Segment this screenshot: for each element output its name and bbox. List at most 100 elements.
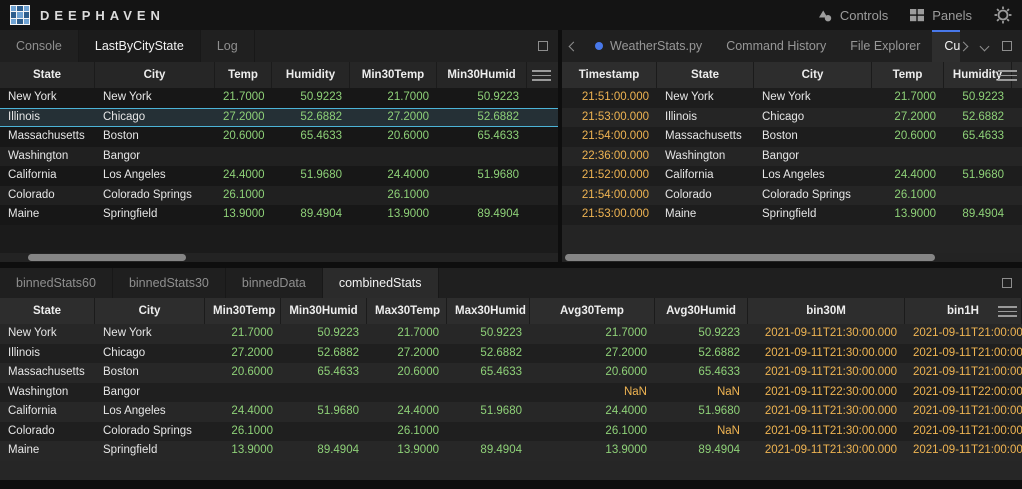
cell-Avg30Humid: 52.6882 xyxy=(655,344,748,364)
controls-button[interactable]: Controls xyxy=(817,8,888,23)
cell-Temp: 26.1000 xyxy=(872,186,944,206)
tab-log[interactable]: Log xyxy=(201,30,255,62)
cell-City: New York xyxy=(754,88,872,108)
column-header-Avg30Temp[interactable]: Avg30Temp xyxy=(530,298,655,324)
maximize-icon[interactable] xyxy=(1002,41,1012,51)
cell-State: Colorado xyxy=(0,422,95,442)
maximize-icon[interactable] xyxy=(538,41,548,51)
tab-console[interactable]: Console xyxy=(0,30,79,62)
column-header-Min30Temp[interactable]: Min30Temp xyxy=(350,62,437,88)
column-header-State[interactable]: State xyxy=(0,298,95,324)
cell-Humidity: 51.9680 xyxy=(272,166,350,186)
cell-City: Bangor xyxy=(95,147,215,167)
column-header-Timestamp[interactable]: Timestamp xyxy=(562,62,657,88)
table-row[interactable]: 21:51:00.000New YorkNew York21.700050.92… xyxy=(562,88,1022,108)
tab-binnedstats60[interactable]: binnedStats60 xyxy=(0,268,113,298)
weather-panel: WeatherStats.py Command History File Exp… xyxy=(562,30,1022,262)
table-menu-icon[interactable] xyxy=(998,306,1017,317)
table-row[interactable]: 21:54:00.000ColoradoColorado Springs26.1… xyxy=(562,186,1022,206)
table-row[interactable]: CaliforniaLos Angeles24.400051.968024.40… xyxy=(0,166,558,186)
column-header-Humidity[interactable]: Humidity xyxy=(272,62,350,88)
cell-Temp: 13.9000 xyxy=(872,205,944,225)
table-row[interactable]: CaliforniaLos Angeles24.400051.968024.40… xyxy=(0,402,1022,422)
lastbycitystate-table: StateCityTempHumidityMin30TempMin30Humid… xyxy=(0,62,558,253)
tab-lastbycitystate[interactable]: LastByCityState xyxy=(79,30,201,62)
cell-Temp: 24.4000 xyxy=(872,166,944,186)
maximize-icon[interactable] xyxy=(1002,278,1012,288)
cell-Min30Temp: 27.2000 xyxy=(205,344,281,364)
table-row[interactable]: 21:53:00.000IllinoisChicago27.200052.688… xyxy=(562,108,1022,128)
table-row[interactable]: 21:52:00.000CaliforniaLos Angeles24.4000… xyxy=(562,166,1022,186)
table-row[interactable]: New YorkNew York21.700050.922321.700050.… xyxy=(0,324,1022,344)
cell-State: California xyxy=(0,166,95,186)
cell-bin1H: 2021-09-11T21:00:00.000 xyxy=(905,441,1022,461)
column-header-Min30Humid[interactable]: Min30Humid xyxy=(281,298,367,324)
tab-weatherstats-py[interactable]: WeatherStats.py xyxy=(583,30,714,62)
cell-State: Washington xyxy=(657,147,754,167)
tab-binneddata[interactable]: binnedData xyxy=(226,268,323,298)
tab-binnedstats30[interactable]: binnedStats30 xyxy=(113,268,226,298)
cell-Max30Temp: 21.7000 xyxy=(367,324,447,344)
table-row[interactable]: MaineSpringfield13.900089.490413.900089.… xyxy=(0,441,1022,461)
cell-bin1H: 2021-09-11T21:00:00.000 xyxy=(905,344,1022,364)
table-row[interactable]: IllinoisChicago27.200052.688227.200052.6… xyxy=(0,108,558,128)
table-menu-icon[interactable] xyxy=(532,70,551,81)
cell-City: Chicago xyxy=(95,108,215,128)
cell-City: Springfield xyxy=(754,205,872,225)
table-row[interactable]: 22:36:00.000WashingtonBangor xyxy=(562,147,1022,167)
table-row[interactable]: WashingtonBangorNaNNaN2021-09-11T22:30:0… xyxy=(0,383,1022,403)
cell-Avg30Temp: 26.1000 xyxy=(530,422,655,442)
deephaven-app: DEEPHAVEN Controls xyxy=(0,0,1022,489)
cell-Min30Humid: 51.9680 xyxy=(437,166,527,186)
cell-State: California xyxy=(657,166,754,186)
table-row[interactable]: WashingtonBangor xyxy=(0,147,558,167)
tab-list-dropdown-icon[interactable] xyxy=(981,39,988,53)
column-header-Min30Humid[interactable]: Min30Humid xyxy=(437,62,527,88)
cell-City: Los Angeles xyxy=(754,166,872,186)
column-header-bin30M[interactable]: bin30M xyxy=(748,298,905,324)
tab-scroll-left-icon[interactable] xyxy=(562,30,583,62)
cell-City: Boston xyxy=(95,363,205,383)
horizontal-scrollbar-thumb[interactable] xyxy=(28,254,186,261)
table-row[interactable]: MaineSpringfield13.900089.490413.900089.… xyxy=(0,205,558,225)
column-header-City[interactable]: City xyxy=(95,298,205,324)
column-header-City[interactable]: City xyxy=(754,62,872,88)
table-row[interactable]: IllinoisChicago27.200052.688227.200052.6… xyxy=(0,344,1022,364)
tab-command-history[interactable]: Command History xyxy=(714,30,838,62)
table-row[interactable]: ColoradoColorado Springs26.100026.100026… xyxy=(0,422,1022,442)
cell-Min30Temp: 27.2000 xyxy=(350,108,437,128)
cell-State: Colorado xyxy=(657,186,754,206)
column-header-State[interactable]: State xyxy=(0,62,95,88)
cell-Avg30Humid: 50.9223 xyxy=(655,324,748,344)
column-header-Max30Temp[interactable]: Max30Temp xyxy=(367,298,447,324)
table-row[interactable]: 21:53:00.000MaineSpringfield13.900089.49… xyxy=(562,205,1022,225)
cell-Min30Humid: 65.4633 xyxy=(437,127,527,147)
table-row[interactable]: MassachusettsBoston20.600065.463320.6000… xyxy=(0,127,558,147)
table-menu-icon[interactable] xyxy=(998,70,1017,81)
table-row[interactable]: MassachusettsBoston20.600065.463320.6000… xyxy=(0,363,1022,383)
column-header-Avg30Humid[interactable]: Avg30Humid xyxy=(655,298,748,324)
column-header-Temp[interactable]: Temp xyxy=(872,62,944,88)
cell-Avg30Humid: 65.4633 xyxy=(655,363,748,383)
cell-Avg30Temp: 24.4000 xyxy=(530,402,655,422)
column-header-Temp[interactable]: Temp xyxy=(215,62,272,88)
horizontal-scrollbar-thumb[interactable] xyxy=(565,254,935,261)
brand-title: DEEPHAVEN xyxy=(40,8,165,23)
tab-current[interactable]: Curren xyxy=(932,30,960,62)
tab-scroll-right-icon[interactable] xyxy=(960,39,967,53)
column-header-City[interactable]: City xyxy=(95,62,215,88)
cell-Temp: 21.7000 xyxy=(215,88,272,108)
cell-Max30Temp: 20.6000 xyxy=(367,363,447,383)
panels-button[interactable]: Panels xyxy=(910,8,972,23)
table-row[interactable]: ColoradoColorado Springs26.100026.1000 xyxy=(0,186,558,206)
tab-combinedstats[interactable]: combinedStats xyxy=(323,268,439,298)
table-row[interactable]: New YorkNew York21.700050.922321.700050.… xyxy=(0,88,558,108)
cell-State: Maine xyxy=(657,205,754,225)
table-row[interactable]: 21:54:00.000MassachusettsBoston20.600065… xyxy=(562,127,1022,147)
settings-gear-icon[interactable] xyxy=(994,6,1012,24)
tab-file-explorer[interactable]: File Explorer xyxy=(838,30,932,62)
column-header-Min30Temp[interactable]: Min30Temp xyxy=(205,298,281,324)
column-header-State[interactable]: State xyxy=(657,62,754,88)
cell-Avg30Humid: 51.9680 xyxy=(655,402,748,422)
column-header-Max30Humid[interactable]: Max30Humid xyxy=(447,298,530,324)
